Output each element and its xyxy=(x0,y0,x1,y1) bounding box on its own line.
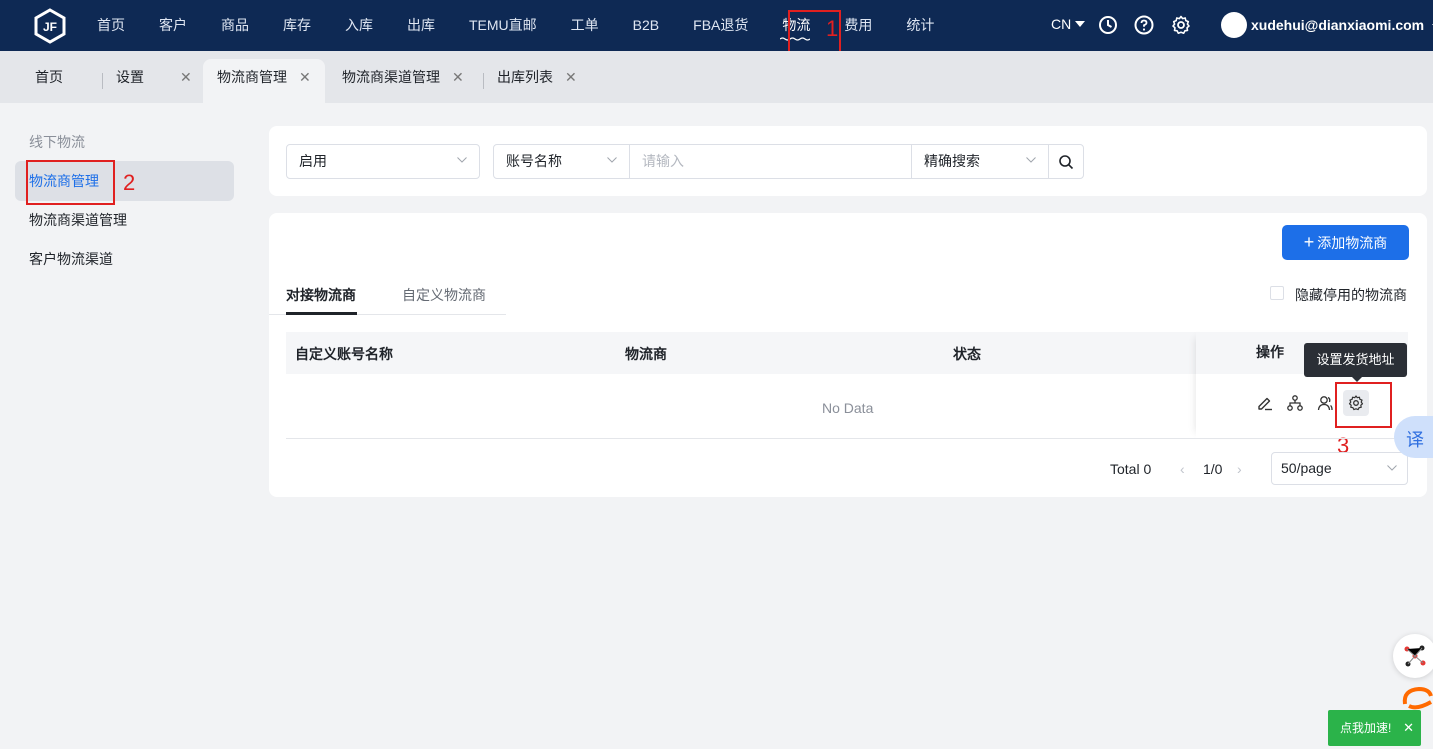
column-header-operations: 操作 xyxy=(1256,344,1284,360)
close-icon[interactable]: ✕ xyxy=(299,69,311,85)
tab-carrier-management-label: 物流商管理 xyxy=(217,69,287,85)
close-icon[interactable]: ✕ xyxy=(180,69,192,85)
tab-carrier-management[interactable]: 物流商管理 ✕ xyxy=(203,59,325,103)
translate-widget[interactable]: 译 xyxy=(1394,416,1433,458)
nav-item-outbound[interactable]: 出库 xyxy=(390,0,452,51)
sidebar-section-title: 线下物流 xyxy=(29,134,85,150)
tab-custom-carriers[interactable]: 自定义物流商 xyxy=(402,285,486,305)
search-mode-select[interactable]: 精确搜索 xyxy=(911,144,1049,179)
tab-settings[interactable]: 设置 ✕ xyxy=(116,59,192,103)
page-size-select[interactable]: 50/page xyxy=(1271,452,1408,485)
speed-up-button[interactable]: 点我加速! ✕ xyxy=(1328,710,1421,746)
edit-icon[interactable] xyxy=(1256,394,1274,412)
column-header-account-name: 自定义账号名称 xyxy=(295,346,393,362)
annotation-number-2: 2 xyxy=(123,170,136,195)
add-carrier-label: 添加物流商 xyxy=(1317,235,1388,251)
annotation-box-2 xyxy=(26,160,115,205)
status-select-value: 启用 xyxy=(299,153,327,169)
users-icon[interactable] xyxy=(1316,394,1334,412)
page-indicator: 1/0 xyxy=(1203,461,1223,477)
settings-gear-icon[interactable] xyxy=(1170,14,1192,36)
hierarchy-icon[interactable] xyxy=(1286,394,1304,412)
annotation-box-3 xyxy=(1335,382,1392,428)
plus-icon: + xyxy=(1303,232,1315,252)
close-icon[interactable]: ✕ xyxy=(565,69,577,85)
top-navbar: JF 首页 客户 商品 库存 入库 出库 TEMU直邮 工单 B2B FBA退货… xyxy=(0,0,1433,51)
tab-carrier-channel-management[interactable]: 物流商渠道管理 ✕ xyxy=(342,59,464,103)
nav-item-customer[interactable]: 客户 xyxy=(142,0,204,51)
chevron-down-icon xyxy=(1387,465,1397,471)
tab-home[interactable]: 首页 xyxy=(35,59,63,103)
tab-carrier-channel-label: 物流商渠道管理 xyxy=(342,69,440,85)
nav-item-product[interactable]: 商品 xyxy=(204,0,266,51)
nav-item-inbound[interactable]: 入库 xyxy=(328,0,390,51)
avatar[interactable] xyxy=(1221,12,1247,38)
clock-icon[interactable] xyxy=(1097,14,1119,36)
prev-page-icon[interactable]: ‹ xyxy=(1180,461,1185,477)
chevron-down-icon xyxy=(1026,157,1036,163)
column-header-carrier: 物流商 xyxy=(625,346,667,362)
chevron-down-icon xyxy=(457,157,467,163)
close-icon[interactable]: ✕ xyxy=(1403,710,1414,746)
caret-down-icon xyxy=(1075,21,1086,27)
sidebar-item-carrier-channel[interactable]: 物流商渠道管理 xyxy=(15,200,234,240)
subtab-active-indicator xyxy=(286,312,357,315)
tab-outbound-list[interactable]: 出库列表 ✕ xyxy=(497,59,577,103)
nav-item-fba-return[interactable]: FBA退货 xyxy=(676,0,765,51)
search-button[interactable] xyxy=(1048,144,1084,179)
table-bottom-divider xyxy=(286,438,1408,439)
sidebar-item-customer-channel[interactable]: 客户物流渠道 xyxy=(15,239,234,279)
search-input[interactable]: 请输入 xyxy=(630,144,911,179)
nav-item-temu[interactable]: TEMU直邮 xyxy=(452,0,554,51)
language-select[interactable]: CN xyxy=(1051,16,1086,32)
tab-divider xyxy=(483,73,484,89)
pagination-total: Total 0 xyxy=(1110,461,1152,477)
translate-icon: 译 xyxy=(1406,430,1424,450)
nav-item-b2b[interactable]: B2B xyxy=(616,0,676,51)
app-logo-icon[interactable]: JF xyxy=(32,8,68,44)
tab-divider xyxy=(102,73,103,89)
column-header-status: 状态 xyxy=(953,346,981,362)
tab-settings-label: 设置 xyxy=(116,69,144,85)
language-label: CN xyxy=(1051,16,1072,32)
search-icon xyxy=(1059,155,1074,170)
hide-disabled-checkbox[interactable] xyxy=(1270,286,1284,300)
speed-up-label: 点我加速! xyxy=(1340,721,1392,735)
tooltip: 设置发货地址 xyxy=(1304,343,1407,377)
help-icon[interactable] xyxy=(1133,14,1155,36)
user-menu[interactable]: xudehui@dianxiaomi.com xyxy=(1251,17,1433,33)
user-email: xudehui@dianxiaomi.com xyxy=(1251,17,1425,33)
add-carrier-button[interactable]: + 添加物流商 xyxy=(1282,225,1409,260)
next-page-icon[interactable]: › xyxy=(1237,461,1242,477)
page-tabs-bar: 首页 设置 ✕ 物流商管理 ✕ 物流商渠道管理 ✕ 出库列表 ✕ xyxy=(0,51,1433,103)
annotation-number-1: 1 xyxy=(826,16,839,41)
nav-item-workorder[interactable]: 工单 xyxy=(554,0,616,51)
search-field-select[interactable]: 账号名称 xyxy=(493,144,630,179)
status-select[interactable]: 启用 xyxy=(286,144,480,179)
svg-text:JF: JF xyxy=(43,20,57,34)
hide-disabled-label[interactable]: 隐藏停用的物流商 xyxy=(1295,285,1407,305)
tab-integrated-carriers[interactable]: 对接物流商 xyxy=(286,285,356,305)
chevron-down-icon xyxy=(607,157,617,163)
network-icon xyxy=(1404,645,1426,667)
nav-item-inventory[interactable]: 库存 xyxy=(266,0,328,51)
page-size-value: 50/page xyxy=(1281,460,1332,476)
search-mode-value: 精确搜索 xyxy=(924,153,980,169)
nav-item-home[interactable]: 首页 xyxy=(80,0,142,51)
nav-item-stats[interactable]: 统计 xyxy=(889,0,951,51)
close-icon[interactable]: ✕ xyxy=(452,69,464,85)
network-widget-icon[interactable] xyxy=(1393,634,1433,678)
tab-outbound-list-label: 出库列表 xyxy=(497,69,553,85)
search-field-select-value: 账号名称 xyxy=(506,153,562,169)
empty-state-text: No Data xyxy=(822,400,874,416)
